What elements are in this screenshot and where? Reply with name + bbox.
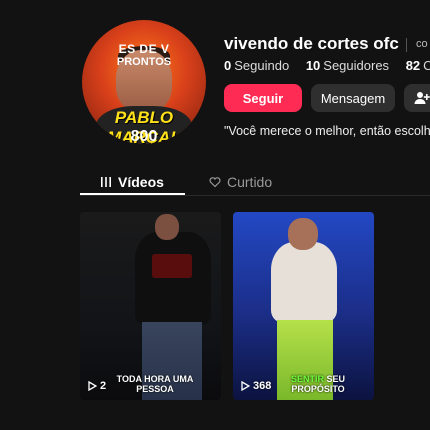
tabs-divider — [80, 195, 430, 196]
video-2-head — [288, 218, 318, 250]
video-2-caption: SENTIR SEU PROPÓSITO — [273, 374, 363, 394]
video-thumbnail-1[interactable]: 2 TODA HORA UMA PESSOA — [80, 212, 221, 400]
tab-liked[interactable]: Curtido — [209, 170, 272, 194]
add-friend-button[interactable] — [404, 84, 430, 112]
message-button[interactable]: Mensagem — [311, 84, 395, 112]
video-thumbnail-2[interactable]: 368 SENTIR SEU PROPÓSITO — [233, 212, 374, 400]
stat-following[interactable]: 0 Seguindo — [224, 58, 289, 73]
stat-following-value: 0 — [224, 58, 232, 73]
stat-likes-value: 82 — [405, 58, 421, 73]
video-1-caption: TODA HORA UMA PESSOA — [110, 374, 200, 394]
video-1-shirt-print — [152, 254, 192, 278]
tab-liked-label: Curtido — [227, 174, 273, 190]
video-2-caption-line2: PROPÓSITO — [291, 384, 345, 394]
follow-button[interactable]: Seguir — [224, 84, 302, 112]
video-1-plays: 2 — [100, 380, 107, 392]
username-divider — [406, 38, 407, 52]
stat-followers-label: Seguidores — [323, 58, 390, 73]
video-1-caption-rest: HORA UMA — [144, 374, 194, 384]
video-1-shirt — [135, 232, 211, 324]
video-2-caption-prefix: SENTIR — [290, 374, 324, 384]
video-1-caption-line2: PESSOA — [136, 384, 174, 394]
video-2-play-count: 368 — [241, 380, 271, 392]
avatar-top-text-2: PRONTOS — [116, 56, 172, 68]
video-2-plays: 368 — [253, 380, 272, 392]
heart-outline-icon — [209, 177, 221, 188]
video-2-sweater — [271, 242, 337, 322]
profile-bio: "Você merece o melhor, então escolha — [224, 124, 430, 138]
stat-likes-label: Cu — [423, 58, 430, 73]
video-1-head — [155, 214, 179, 240]
video-1-caption-prefix: TODA — [116, 374, 142, 384]
profile-avatar[interactable]: ES DE V PRONTOS PABLO MARÇAL 800 — [82, 20, 206, 144]
stat-followers[interactable]: 10 Seguidores — [306, 58, 389, 73]
grid-bars-icon — [101, 177, 111, 187]
profile-username: vivendo de cortes ofc — [224, 34, 399, 53]
profile-stats: 0Seguindo 10Seguidores 82Cu — [224, 58, 430, 73]
play-icon — [88, 381, 97, 391]
video-2-caption-rest: SEU — [326, 374, 346, 384]
profile-handle: co — [416, 38, 428, 50]
avatar-number-text: 800 — [130, 128, 158, 144]
tab-videos-label: Vídeos — [118, 174, 164, 190]
avatar-top-text: ES DE V — [118, 42, 170, 56]
video-1-play-count: 2 — [88, 380, 106, 392]
stat-following-label: Seguindo — [234, 58, 290, 73]
tab-videos[interactable]: Vídeos — [100, 170, 164, 194]
add-person-icon — [414, 92, 430, 104]
play-icon — [241, 381, 250, 391]
stat-followers-value: 10 — [305, 58, 321, 73]
stat-likes: 82Cu — [406, 58, 430, 73]
